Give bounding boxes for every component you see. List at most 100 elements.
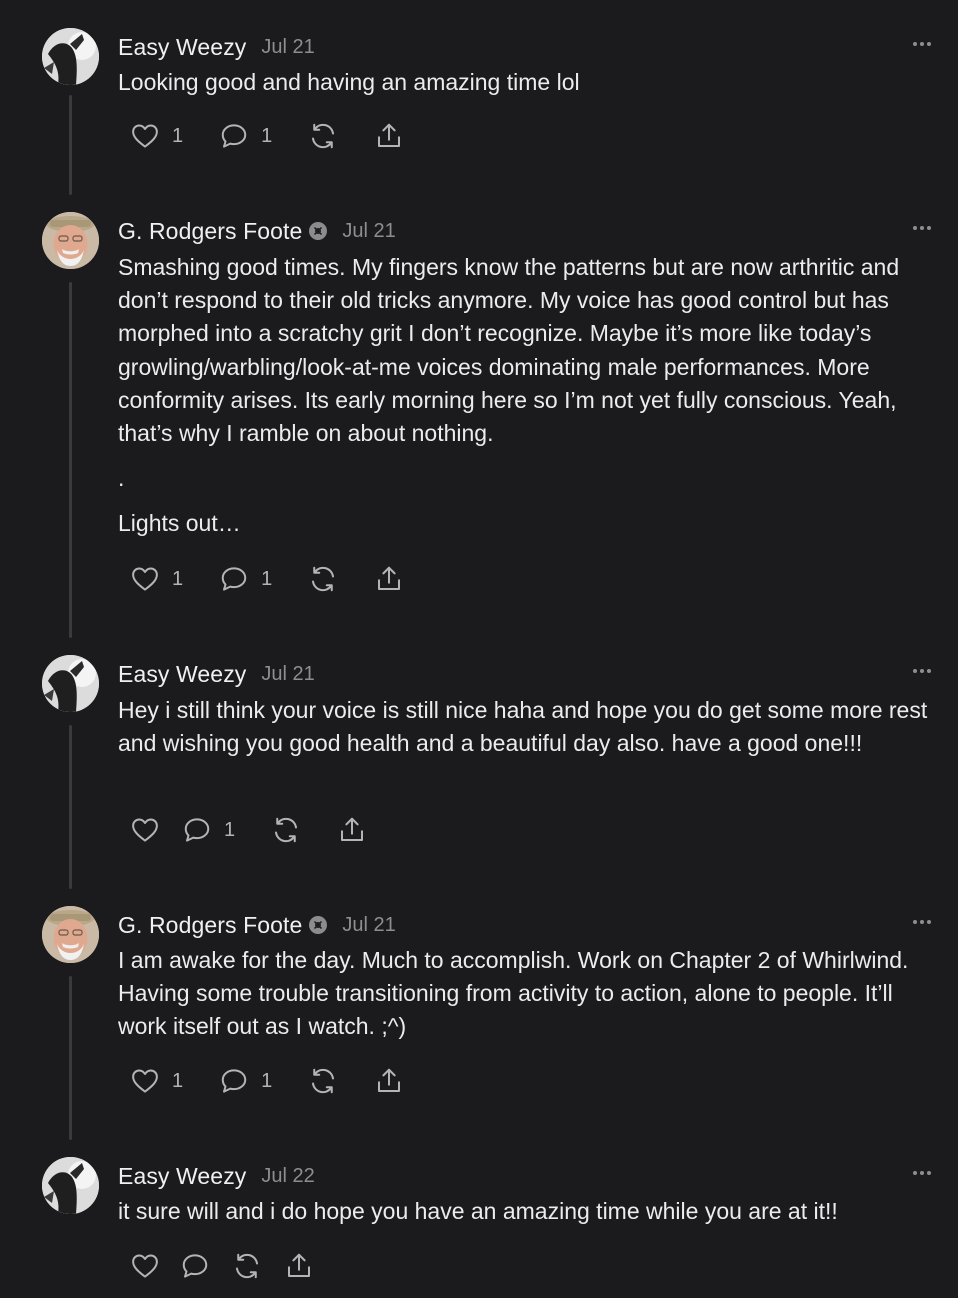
comment-date[interactable]: Jul 21 [342,220,395,243]
restack-button[interactable] [308,119,338,153]
comment-header: Easy Weezy Jul 21 [118,659,315,689]
comment-bubble-icon [182,815,212,845]
more-options-icon[interactable] [910,910,934,934]
comment-actions: 1 1 [130,119,440,153]
comment-bubble-icon [180,1251,210,1281]
comment-header: Easy Weezy Jul 21 [118,32,315,62]
share-icon [374,564,404,594]
comment-bubble-icon [219,121,249,151]
comment-body: Hey i still think your voice is still ni… [118,694,940,760]
author-name[interactable]: Easy Weezy [118,661,246,688]
comment-paragraph: it sure will and i do hope you have an a… [118,1198,838,1224]
comment-bubble-icon [219,1066,249,1096]
share-button[interactable] [374,1064,404,1098]
like-button[interactable] [130,1249,160,1283]
share-icon [337,815,367,845]
more-options-icon[interactable] [910,32,934,56]
like-button[interactable]: 1 [130,119,183,153]
restack-icon [232,1251,262,1281]
comment: G. Rodgers Foote Jul 21 Smashing good ti… [0,212,958,642]
reply-count: 1 [261,1069,273,1092]
like-count: 1 [172,1069,184,1092]
comment: Easy Weezy Jul 21 Looking good and havin… [0,28,958,198]
more-options-icon[interactable] [910,1161,934,1185]
comment-header: Easy Weezy Jul 22 [118,1161,315,1191]
comment-actions: 1 [130,813,403,847]
author-name[interactable]: Easy Weezy [118,34,246,61]
comment-paragraph: Looking good and having an amazing time … [118,69,580,95]
like-button[interactable]: 1 [130,562,183,596]
comment-paragraph: . [118,465,125,492]
comment-thread: Easy Weezy Jul 21 Looking good and havin… [0,0,958,1298]
more-options-icon[interactable] [910,216,934,240]
restack-icon [308,121,338,151]
restack-icon [308,1066,338,1096]
heart-icon [130,1066,160,1096]
thread-line [69,725,72,889]
restack-button[interactable] [232,1249,262,1283]
heart-icon [130,121,160,151]
heart-icon [130,1251,160,1281]
thread-line [69,282,72,638]
like-button[interactable] [130,813,160,847]
restack-icon [271,815,301,845]
comment-body: I am awake for the day. Much to accompli… [118,944,940,1044]
share-icon [374,121,404,151]
reply-button[interactable]: 1 [219,562,272,596]
restack-button[interactable] [271,813,301,847]
share-button[interactable] [337,813,367,847]
thread-line [69,976,72,1140]
comment-date[interactable]: Jul 21 [342,914,395,937]
comment-paragraph: Smashing good times. My fingers know the… [118,254,900,447]
comment: Easy Weezy Jul 21 Hey i still think your… [0,655,958,895]
comment-header: G. Rodgers Foote Jul 21 [118,910,396,940]
comment-header: G. Rodgers Foote Jul 21 [118,216,396,246]
comment: G. Rodgers Foote Jul 21 I am awake for t… [0,906,958,1146]
comment-paragraph: Hey i still think your voice is still ni… [118,697,928,757]
thread-line [69,95,72,195]
comment-paragraph: I am awake for the day. Much to accompli… [118,947,909,1040]
reply-button[interactable]: 1 [219,119,272,153]
avatar-easy-weezy[interactable] [42,1157,99,1214]
subscriber-badge-icon [309,916,328,934]
share-icon [284,1251,314,1281]
reply-count: 1 [261,124,273,147]
comment-actions: 1 1 [130,562,440,596]
like-button[interactable]: 1 [130,1064,183,1098]
share-button[interactable] [374,119,404,153]
avatar-g-rodgers-foote[interactable] [42,906,99,963]
heart-icon [130,564,160,594]
avatar-easy-weezy[interactable] [42,28,99,85]
comment-date[interactable]: Jul 21 [261,36,314,59]
reply-button[interactable]: 1 [219,1064,272,1098]
comment-paragraph: Lights out… [118,510,241,537]
comment-bubble-icon [219,564,249,594]
reply-count: 1 [224,818,236,841]
author-name[interactable]: Easy Weezy [118,1163,246,1190]
reply-count: 1 [261,567,273,590]
author-name[interactable]: G. Rodgers Foote [118,218,302,245]
avatar-g-rodgers-foote[interactable] [42,212,99,269]
comment-date[interactable]: Jul 21 [261,663,314,686]
comment-body: Smashing good times. My fingers know the… [118,251,940,541]
share-button[interactable] [374,562,404,596]
comment-body: it sure will and i do hope you have an a… [118,1195,940,1228]
like-count: 1 [172,124,184,147]
subscriber-badge-icon [309,222,328,240]
more-options-icon[interactable] [910,659,934,683]
author-name[interactable]: G. Rodgers Foote [118,912,302,939]
reply-button[interactable]: 1 [182,813,235,847]
avatar-easy-weezy[interactable] [42,655,99,712]
restack-button[interactable] [308,562,338,596]
like-count: 1 [172,567,184,590]
comment-actions: 1 1 [130,1064,440,1098]
comment-date[interactable]: Jul 22 [261,1165,314,1188]
restack-icon [308,564,338,594]
reply-button[interactable] [180,1249,210,1283]
comment: Easy Weezy Jul 22 it sure will and i do … [0,1157,958,1292]
restack-button[interactable] [308,1064,338,1098]
comment-body: Looking good and having an amazing time … [118,66,940,99]
heart-icon [130,815,160,845]
share-icon [374,1066,404,1096]
share-button[interactable] [284,1249,314,1283]
